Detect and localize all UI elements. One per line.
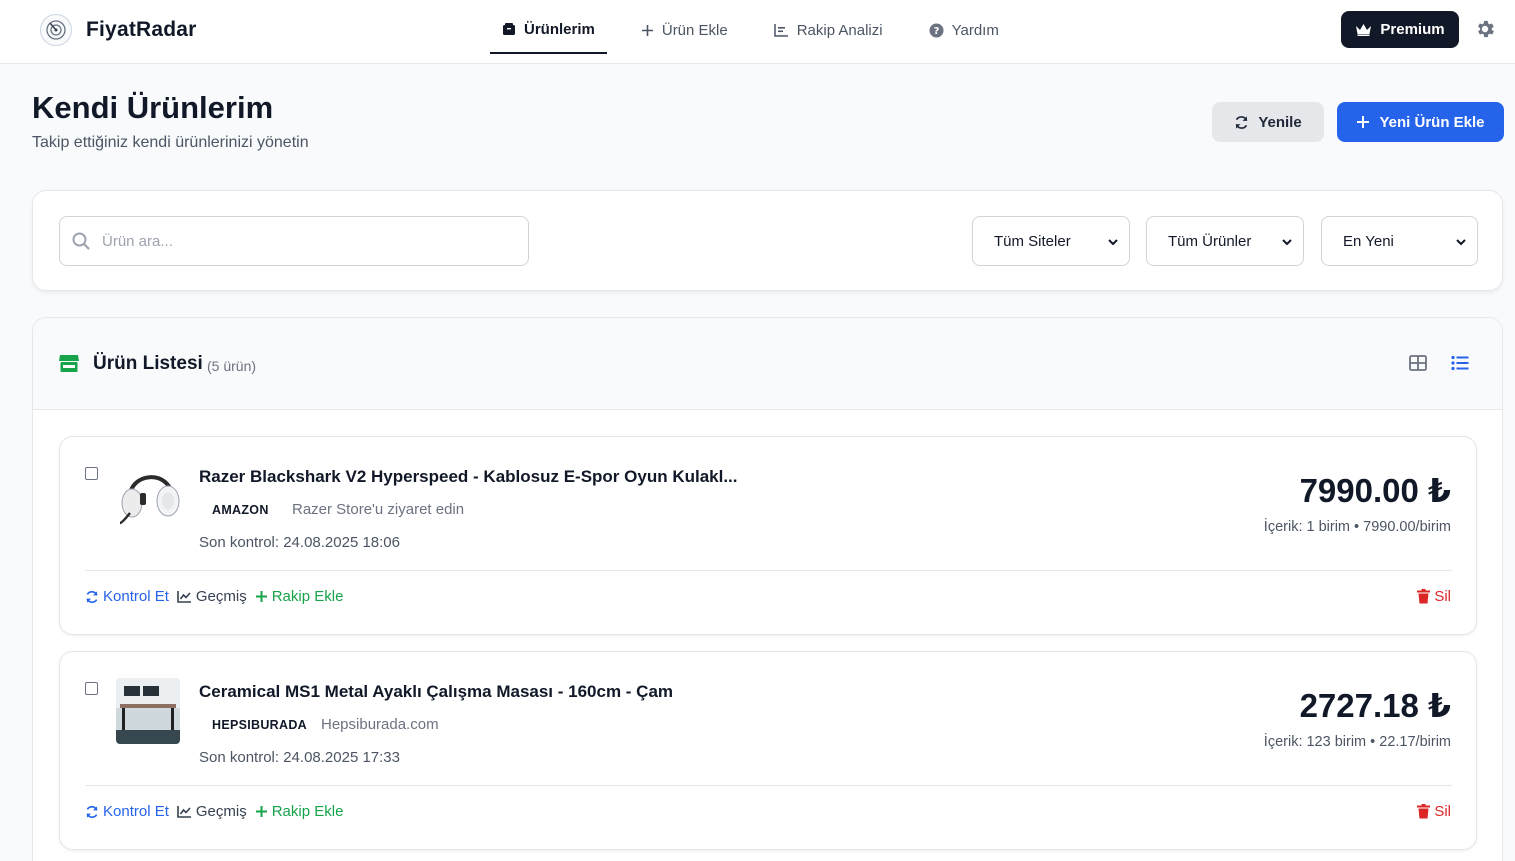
unit-price-info: İçerik: 123 birim • 22.17/birim [1263, 734, 1451, 750]
select-checkbox[interactable] [85, 467, 98, 480]
card-actions: Kontrol Et Geçmiş Rakip Ekle [85, 803, 343, 820]
unit-price-info: İçerik: 1 birim • 7990.00/birim [1263, 519, 1451, 535]
check-price-button[interactable]: Kontrol Et [85, 803, 169, 820]
refresh-icon [86, 590, 98, 603]
chevron-down-icon [1456, 239, 1466, 246]
list-view-icon[interactable] [1451, 354, 1469, 372]
brand-name: FiyatRadar [86, 18, 197, 41]
plus-icon [255, 591, 267, 602]
divider [85, 570, 1452, 571]
brand[interactable]: FiyatRadar [40, 14, 197, 46]
nav-item-label: Yardım [951, 21, 999, 39]
product-name[interactable]: Razer Blackshark V2 Hyperspeed - Kablosu… [199, 467, 738, 487]
product-filter-select[interactable]: Tüm Ürünler [1146, 216, 1304, 266]
box-icon [503, 23, 515, 35]
radar-logo-icon [40, 14, 72, 46]
refresh-button[interactable]: Yenile [1212, 102, 1324, 142]
nav-item-label: Ürünlerim [524, 20, 595, 38]
add-rival-button[interactable]: Rakip Ekle [255, 803, 343, 820]
svg-text:?: ? [933, 26, 939, 37]
product-card: Ceramical MS1 Metal Ayaklı Çalışma Masas… [59, 651, 1477, 850]
list-count: (5 ürün) [207, 358, 257, 374]
store-link[interactable]: Hepsiburada.com [321, 716, 439, 733]
plus-icon [255, 806, 267, 817]
product-image [116, 678, 180, 744]
refresh-icon [1235, 115, 1248, 129]
page-title: Kendi Ürünlerim [32, 90, 274, 125]
product-price: 7990.00 ₺ [1299, 472, 1451, 509]
search-input[interactable] [102, 217, 522, 265]
search-icon [72, 232, 90, 250]
product-name[interactable]: Ceramical MS1 Metal Ayaklı Çalışma Masas… [199, 682, 673, 702]
list-title: Ürün Listesi [93, 353, 203, 374]
chart-icon [773, 24, 788, 37]
main-nav: Ürünlerim Ürün Ekle Rakip Analizi ? Yard… [490, 0, 1033, 64]
select-checkbox[interactable] [85, 682, 98, 695]
site-filter-select[interactable]: Tüm Siteler [972, 216, 1130, 266]
delete-button[interactable]: Sil [1417, 803, 1451, 820]
product-price: 2727.18 ₺ [1299, 687, 1451, 724]
chevron-down-icon [1108, 239, 1118, 246]
delete-button[interactable]: Sil [1417, 588, 1451, 605]
add-rival-button[interactable]: Rakip Ekle [255, 588, 343, 605]
nav-item-label: Ürün Ekle [661, 21, 728, 39]
nav-item-label: Rakip Analizi [796, 21, 883, 39]
question-circle-icon: ? [929, 23, 944, 37]
product-list-section: Ürün Listesi (5 ürün) Razer Blackshark V… [32, 317, 1503, 861]
plus-icon [641, 24, 653, 36]
card-actions: Kontrol Et Geçmiş Rakip Ekle [85, 588, 343, 605]
list-header: Ürün Listesi (5 ürün) [33, 318, 1502, 410]
line-chart-icon [177, 806, 191, 818]
history-button[interactable]: Geçmiş [177, 803, 247, 820]
page-subtitle: Takip ettiğiniz kendi ürünlerinizi yönet… [32, 134, 309, 151]
sort-select[interactable]: En Yeni [1321, 216, 1478, 266]
refresh-icon [86, 805, 98, 818]
product-image [116, 463, 180, 529]
search-box [59, 216, 529, 266]
premium-button[interactable]: Premium [1341, 11, 1459, 48]
nav-item-help[interactable]: ? Yardım [917, 6, 1011, 54]
trash-icon [1417, 589, 1431, 604]
nav-item-add-product[interactable]: Ürün Ekle [629, 6, 740, 54]
line-chart-icon [177, 591, 191, 603]
nav-item-products[interactable]: Ürünlerim [490, 6, 607, 54]
product-card: Razer Blackshark V2 Hyperspeed - Kablosu… [59, 436, 1477, 635]
top-navbar: FiyatRadar Ürünlerim Ürün Ekle Rakip Ana… [0, 0, 1515, 64]
trash-icon [1417, 804, 1431, 819]
last-check-time: Son kontrol: 24.08.2025 17:33 [199, 749, 400, 766]
crown-icon [1356, 24, 1372, 36]
chevron-down-icon [1282, 239, 1292, 246]
add-new-product-button[interactable]: Yeni Ürün Ekle [1337, 102, 1504, 142]
plus-icon [1357, 116, 1370, 128]
store-icon [59, 355, 79, 372]
filter-card: Tüm Siteler Tüm Ürünler En Yeni [32, 190, 1503, 291]
site-badge: HEPSIBURADA [199, 714, 320, 736]
check-price-button[interactable]: Kontrol Et [85, 588, 169, 605]
store-link[interactable]: Razer Store'u ziyaret edin [292, 501, 464, 518]
grid-view-icon[interactable] [1409, 354, 1427, 372]
history-button[interactable]: Geçmiş [177, 588, 247, 605]
nav-item-rival-analysis[interactable]: Rakip Analizi [762, 6, 895, 54]
last-check-time: Son kontrol: 24.08.2025 18:06 [199, 534, 400, 551]
divider [85, 785, 1452, 786]
settings-gear-icon[interactable] [1474, 18, 1498, 42]
site-badge: AMAZON [199, 499, 282, 521]
